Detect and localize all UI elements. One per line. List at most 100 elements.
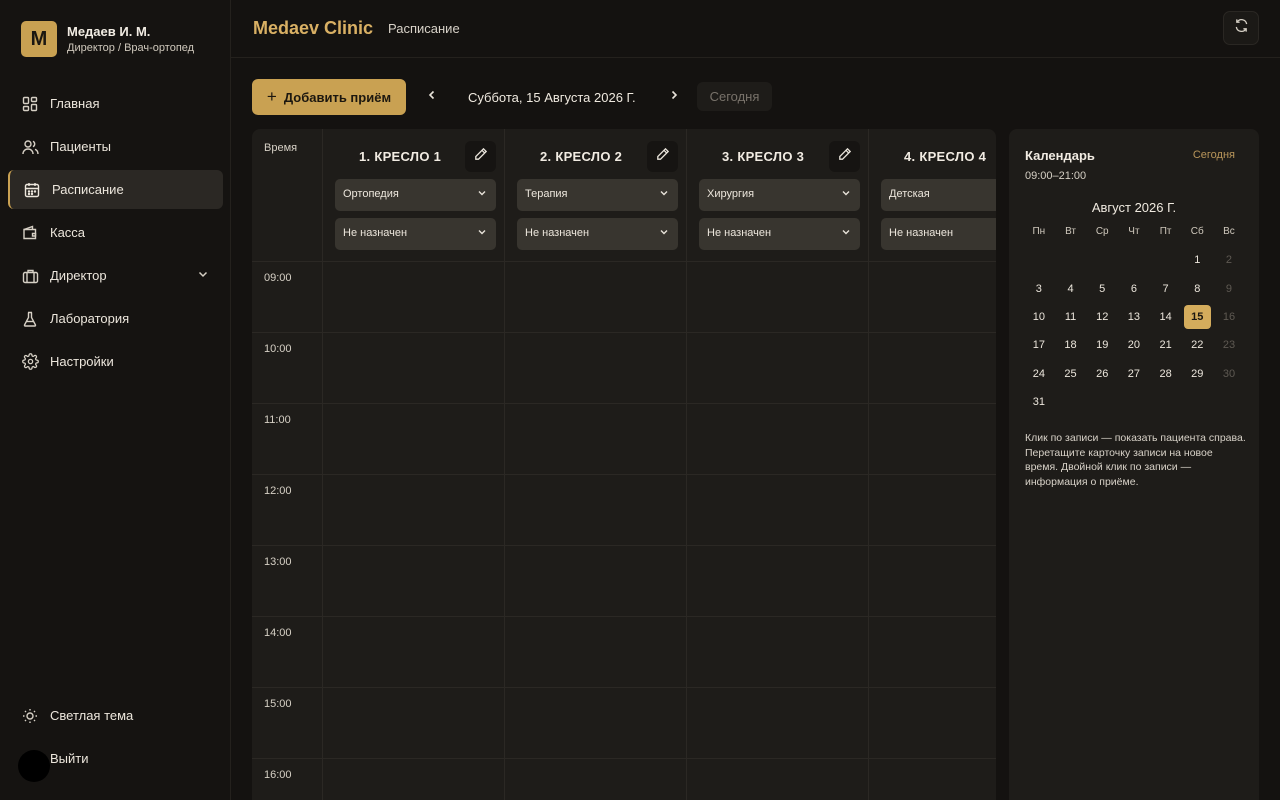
calendar-day-number: 11	[1064, 310, 1077, 323]
brand-title[interactable]: Medaev Clinic	[253, 18, 373, 39]
calendar-day[interactable]: 23	[1213, 331, 1245, 359]
calendar-week-row: 31	[1023, 388, 1245, 416]
hour-label: 14:00	[264, 627, 292, 639]
calendar-day[interactable]: 26	[1086, 360, 1118, 388]
doctor-select[interactable]: Не назначен	[335, 218, 496, 250]
time-column-header: Время	[264, 142, 298, 154]
edit-chair-button[interactable]	[465, 141, 496, 172]
select-value: Ортопедия	[343, 188, 399, 200]
calendar-day[interactable]: 16	[1213, 303, 1245, 331]
calendar-day-number: 16	[1222, 310, 1236, 323]
sidebar-item-settings[interactable]: Настройки	[8, 342, 223, 381]
doctor-select[interactable]: Не назначен	[699, 218, 860, 250]
today-button[interactable]: Сегодня	[697, 82, 772, 111]
specialty-select[interactable]: Детская	[881, 179, 996, 211]
refresh-button[interactable]	[1223, 11, 1259, 45]
calendar-day[interactable]: 19	[1086, 331, 1118, 359]
chair-column-2: 2. КРЕСЛО 2 Терапия Не назначен	[505, 129, 687, 800]
calendar-day[interactable]: 2	[1213, 246, 1245, 274]
user-status-avatar[interactable]	[18, 750, 50, 782]
specialty-select[interactable]: Терапия	[517, 179, 678, 211]
sidebar-item-patients[interactable]: Пациенты	[8, 127, 223, 166]
edit-chair-button[interactable]	[829, 141, 860, 172]
calendar-day-number: 21	[1159, 339, 1172, 352]
chair-title: 2. КРЕСЛО 2	[540, 149, 623, 164]
weekday-label: Ср	[1095, 226, 1109, 237]
calendar-day[interactable]: 5	[1086, 274, 1118, 302]
calendar-day[interactable]: 31	[1023, 388, 1055, 416]
prev-day-button[interactable]	[424, 89, 440, 105]
sidebar-item-cashier[interactable]: Касса	[8, 213, 223, 252]
hour-label: 16:00	[264, 769, 292, 781]
calendar-day[interactable]: 29	[1181, 360, 1213, 388]
calendar-day[interactable]: 12	[1086, 303, 1118, 331]
pencil-icon	[474, 147, 488, 166]
user-profile[interactable]: M Медаев И. М. Директор / Врач-ортопед	[21, 21, 194, 57]
wallet-icon	[21, 224, 39, 242]
select-value: Не назначен	[707, 227, 772, 239]
calendar-day[interactable]: 3	[1023, 274, 1055, 302]
next-day-button[interactable]	[666, 89, 682, 105]
calendar-day[interactable]: 24	[1023, 360, 1055, 388]
calendar-day[interactable]: 28	[1150, 360, 1182, 388]
chevron-down-icon[interactable]	[197, 268, 209, 283]
calendar-day-number: 28	[1159, 367, 1172, 380]
doctor-select[interactable]: Не назначен	[881, 218, 996, 250]
sidebar-item-director[interactable]: Директор	[8, 256, 223, 295]
calendar-day[interactable]: 8	[1181, 274, 1213, 302]
calendar-icon	[23, 181, 41, 199]
calendar-day-number: 18	[1064, 339, 1077, 352]
chair-title: 3. КРЕСЛО 3	[722, 149, 805, 164]
chevron-down-icon	[841, 188, 851, 201]
sidebar-item-laboratory[interactable]: Лаборатория	[8, 299, 223, 338]
calendar-day[interactable]: 13	[1118, 303, 1150, 331]
calendar-day[interactable]: 15	[1181, 303, 1213, 331]
sidebar-item-home[interactable]: Главная	[8, 84, 223, 123]
calendar-today-link[interactable]: Сегодня	[1193, 149, 1235, 161]
calendar-day[interactable]: 20	[1118, 331, 1150, 359]
calendar-day-number: 13	[1127, 310, 1141, 323]
chair-column-1: 1. КРЕСЛО 1 Ортопедия Не назначен	[323, 129, 505, 800]
calendar-day[interactable]: 25	[1055, 360, 1087, 388]
calendar-day[interactable]: 10	[1023, 303, 1055, 331]
calendar-day[interactable]: 17	[1023, 331, 1055, 359]
calendar-day[interactable]: 7	[1150, 274, 1182, 302]
specialty-select[interactable]: Хирургия	[699, 179, 860, 211]
theme-toggle[interactable]: Светлая тема	[8, 696, 223, 735]
calendar-day[interactable]: 21	[1150, 331, 1182, 359]
calendar-day[interactable]: 6	[1118, 274, 1150, 302]
calendar-day[interactable]: 9	[1213, 274, 1245, 302]
calendar-day-number: 8	[1194, 282, 1201, 295]
calendar-day[interactable]: 30	[1213, 360, 1245, 388]
add-appointment-button[interactable]: + Добавить приём	[252, 79, 406, 115]
calendar-day[interactable]: 14	[1150, 303, 1182, 331]
chevron-down-icon	[841, 227, 851, 240]
select-value: Хирургия	[707, 188, 755, 200]
hour-label: 13:00	[264, 556, 292, 568]
calendar-week-row: 12	[1023, 246, 1245, 274]
calendar-empty-cell	[1055, 388, 1087, 416]
chair-title: 4. КРЕСЛО 4	[904, 149, 987, 164]
specialty-select[interactable]: Ортопедия	[335, 179, 496, 211]
weekday-label: Пт	[1159, 226, 1172, 237]
weekday-label: Пн	[1032, 226, 1046, 237]
calendar-week-row: 3 4 5 6 7 8 9	[1023, 274, 1245, 302]
calendar-day-number: 6	[1130, 282, 1137, 295]
calendar-day-number: 26	[1096, 367, 1109, 380]
calendar-empty-cell	[1150, 246, 1182, 274]
calendar-empty-cell	[1055, 246, 1087, 274]
gear-icon	[21, 353, 39, 371]
doctor-select[interactable]: Не назначен	[517, 218, 678, 250]
calendar-day[interactable]: 4	[1055, 274, 1087, 302]
calendar-day[interactable]: 22	[1181, 331, 1213, 359]
sidebar-item-schedule[interactable]: Расписание	[8, 170, 223, 209]
calendar-day-number: 10	[1032, 310, 1045, 323]
calendar-day[interactable]: 1	[1181, 246, 1213, 274]
refresh-icon	[1234, 18, 1249, 38]
calendar-day[interactable]: 27	[1118, 360, 1150, 388]
calendar-day[interactable]: 18	[1055, 331, 1087, 359]
select-value: Не назначен	[343, 227, 408, 239]
weekday-label: Чт	[1128, 226, 1140, 237]
edit-chair-button[interactable]	[647, 141, 678, 172]
calendar-day[interactable]: 11	[1055, 303, 1087, 331]
